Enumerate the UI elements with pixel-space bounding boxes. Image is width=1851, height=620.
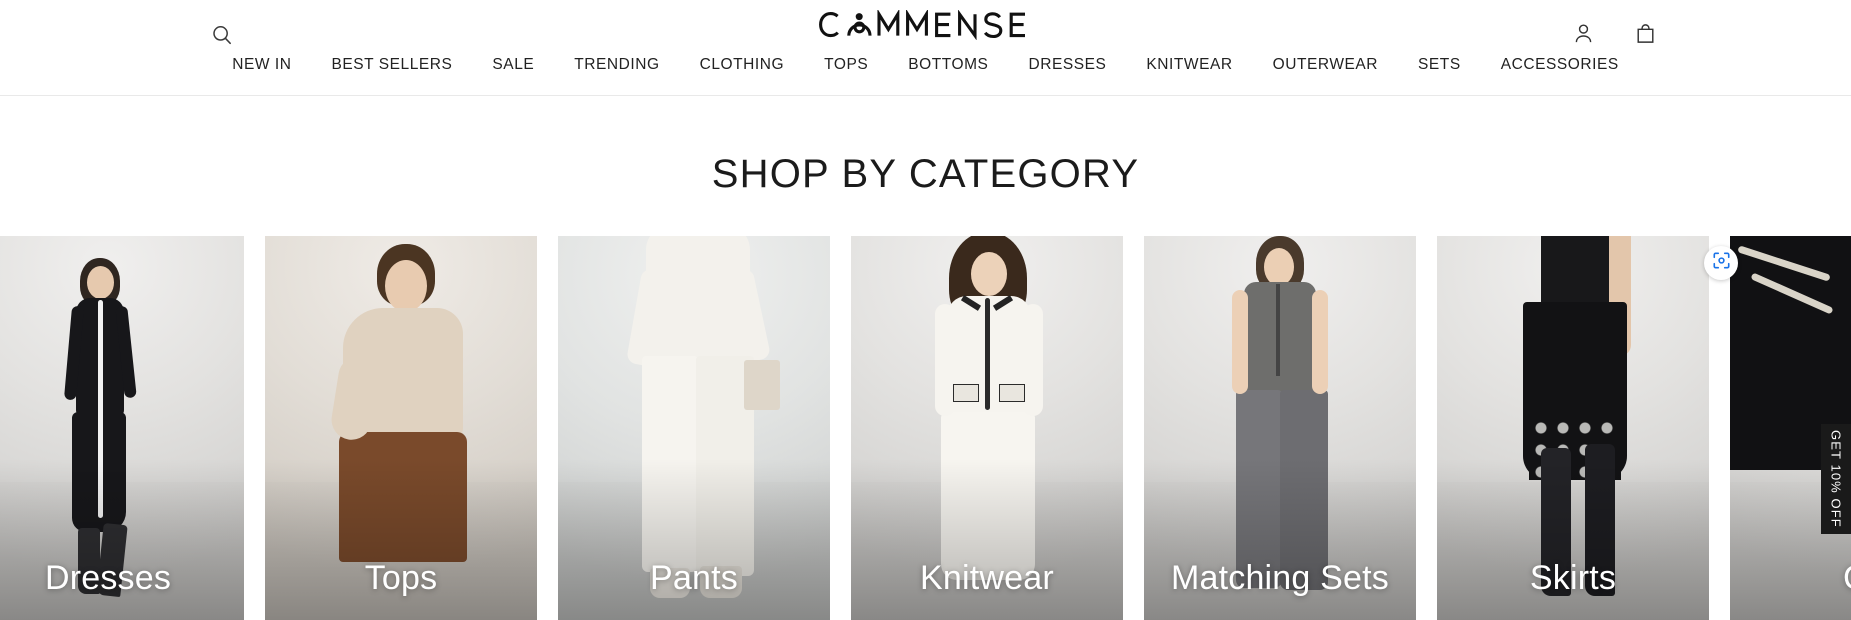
category-label: Pants	[650, 559, 738, 597]
category-card-skirts[interactable]: Skirts	[1437, 236, 1709, 620]
category-carousel[interactable]: Dresses Tops Pants Knitwear Matching Set…	[0, 236, 1851, 620]
promo-tab-label: GET 10% OFF	[1828, 430, 1844, 528]
visual-search-badge[interactable]	[1704, 246, 1738, 280]
search-button[interactable]	[203, 18, 241, 56]
account-button[interactable]	[1565, 18, 1601, 54]
cart-button[interactable]	[1627, 18, 1663, 54]
nav-item-tops[interactable]: TOPS	[804, 54, 888, 76]
page-title: SHOP BY CATEGORY	[711, 152, 1140, 196]
shopping-bag-icon	[1634, 22, 1657, 50]
user-account-icon	[1572, 22, 1595, 50]
category-card-matching-sets[interactable]: Matching Sets	[1144, 236, 1416, 620]
site-header: NEW IN BEST SELLERS SALE TRENDING CLOTHI…	[0, 0, 1851, 96]
category-label: Ou	[1730, 558, 1851, 598]
header-actions	[1565, 18, 1663, 54]
category-card-tops[interactable]: Tops	[265, 236, 537, 620]
nav-item-bottoms[interactable]: BOTTOMS	[888, 54, 1008, 76]
carousel-track: Dresses Tops Pants Knitwear Matching Set…	[0, 236, 1851, 620]
nav-item-new-in[interactable]: NEW IN	[212, 54, 311, 76]
nav-item-trending[interactable]: TRENDING	[554, 54, 679, 76]
category-card-pants[interactable]: Pants	[558, 236, 830, 620]
visual-search-icon	[1712, 251, 1731, 275]
nav-item-clothing[interactable]: CLOTHING	[680, 54, 805, 76]
nav-item-outerwear[interactable]: OUTERWEAR	[1253, 54, 1398, 76]
nav-item-sets[interactable]: SETS	[1398, 54, 1481, 76]
category-card-dresses[interactable]: Dresses	[0, 236, 244, 620]
main-navigation: NEW IN BEST SELLERS SALE TRENDING CLOTHI…	[0, 54, 1851, 96]
nav-item-sale[interactable]: SALE	[472, 54, 554, 76]
nav-item-best-sellers[interactable]: BEST SELLERS	[312, 54, 473, 76]
nav-item-accessories[interactable]: ACCESSORIES	[1481, 54, 1639, 76]
nav-item-knitwear[interactable]: KNITWEAR	[1126, 54, 1252, 76]
category-label: Matching Sets	[1170, 559, 1390, 597]
search-icon	[211, 24, 233, 51]
category-label: Knitwear	[920, 559, 1054, 597]
category-label: Dresses	[44, 559, 172, 597]
category-label: Tops	[364, 559, 438, 597]
get-discount-tab[interactable]: GET 10% OFF	[1821, 424, 1851, 534]
site-logo[interactable]	[818, 8, 1033, 42]
header-bottom-divider	[0, 95, 1851, 96]
nav-item-dresses[interactable]: DRESSES	[1008, 54, 1126, 76]
header-top-bar	[0, 0, 1851, 58]
category-label: Skirts	[1529, 559, 1617, 597]
category-card-knitwear[interactable]: Knitwear	[851, 236, 1123, 620]
